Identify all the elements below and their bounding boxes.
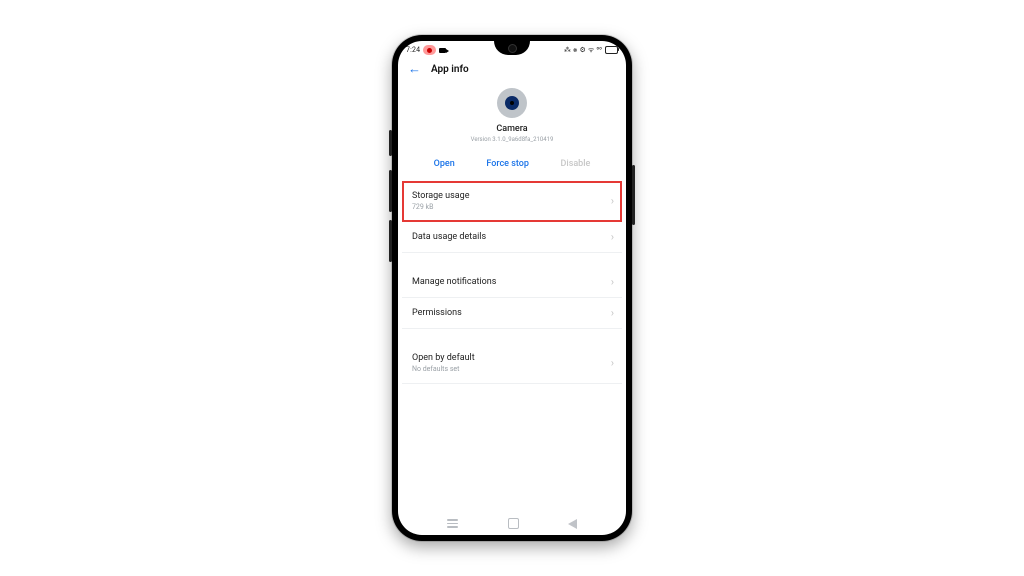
manage-notifications-row[interactable]: Manage notifications ›: [402, 267, 622, 298]
front-camera: [508, 44, 517, 53]
row-title: Open by default: [412, 353, 602, 363]
chevron-right-icon: ›: [611, 307, 614, 320]
chevron-right-icon: ›: [611, 357, 614, 370]
video-icon: [439, 48, 446, 53]
power-button: [632, 165, 635, 225]
row-subtitle: 729 kB: [412, 203, 602, 211]
back-arrow-icon[interactable]: ←: [408, 63, 421, 76]
recents-button-icon[interactable]: [447, 519, 458, 528]
home-button-icon[interactable]: [508, 518, 519, 529]
app-version: Version 3.1.0_9a6d8fa_210419: [398, 136, 626, 143]
permissions-row[interactable]: Permissions ›: [402, 298, 622, 328]
battery-icon: [605, 46, 618, 54]
phone-frame: 7:24 ⁂ ⨳ ⚙ ᯤ ⁰⁰ ← App info Camera Versio…: [392, 35, 632, 541]
defaults-group: Open by default No defaults set ›: [402, 343, 622, 384]
volume-up-button: [389, 170, 392, 212]
chevron-right-icon: ›: [611, 276, 614, 289]
data-usage-row[interactable]: Data usage details ›: [402, 222, 622, 252]
row-subtitle: No defaults set: [412, 365, 602, 373]
side-button: [389, 130, 392, 156]
force-stop-button[interactable]: Force stop: [486, 159, 529, 169]
chevron-right-icon: ›: [611, 231, 614, 244]
volume-down-button: [389, 220, 392, 262]
back-button-icon[interactable]: [568, 519, 577, 529]
status-icons: ⁂ ⨳ ⚙ ᯤ ⁰⁰: [564, 46, 602, 55]
disable-button: Disable: [561, 159, 591, 169]
row-title: Data usage details: [412, 232, 602, 242]
page-header: ← App info: [398, 59, 626, 84]
row-title: Permissions: [412, 308, 602, 318]
row-title: Manage notifications: [412, 277, 602, 287]
row-title: Storage usage: [412, 191, 602, 201]
screen: 7:24 ⁂ ⨳ ⚙ ᯤ ⁰⁰ ← App info Camera Versio…: [398, 41, 626, 535]
recording-indicator-icon: [423, 45, 436, 55]
app-name: Camera: [398, 124, 626, 134]
status-time: 7:24: [406, 46, 420, 54]
chevron-right-icon: ›: [611, 195, 614, 208]
camera-app-icon: [497, 88, 527, 118]
app-summary: Camera Version 3.1.0_9a6d8fa_210419: [398, 84, 626, 153]
storage-usage-row[interactable]: Storage usage 729 kB ›: [402, 181, 622, 222]
system-nav-bar: [398, 518, 626, 529]
open-button[interactable]: Open: [434, 159, 455, 169]
usage-group: Storage usage 729 kB › Data usage detail…: [402, 181, 622, 253]
permissions-group: Manage notifications › Permissions ›: [402, 267, 622, 329]
action-row: Open Force stop Disable: [398, 153, 626, 181]
page-title: App info: [431, 64, 469, 75]
open-by-default-row[interactable]: Open by default No defaults set ›: [402, 343, 622, 383]
